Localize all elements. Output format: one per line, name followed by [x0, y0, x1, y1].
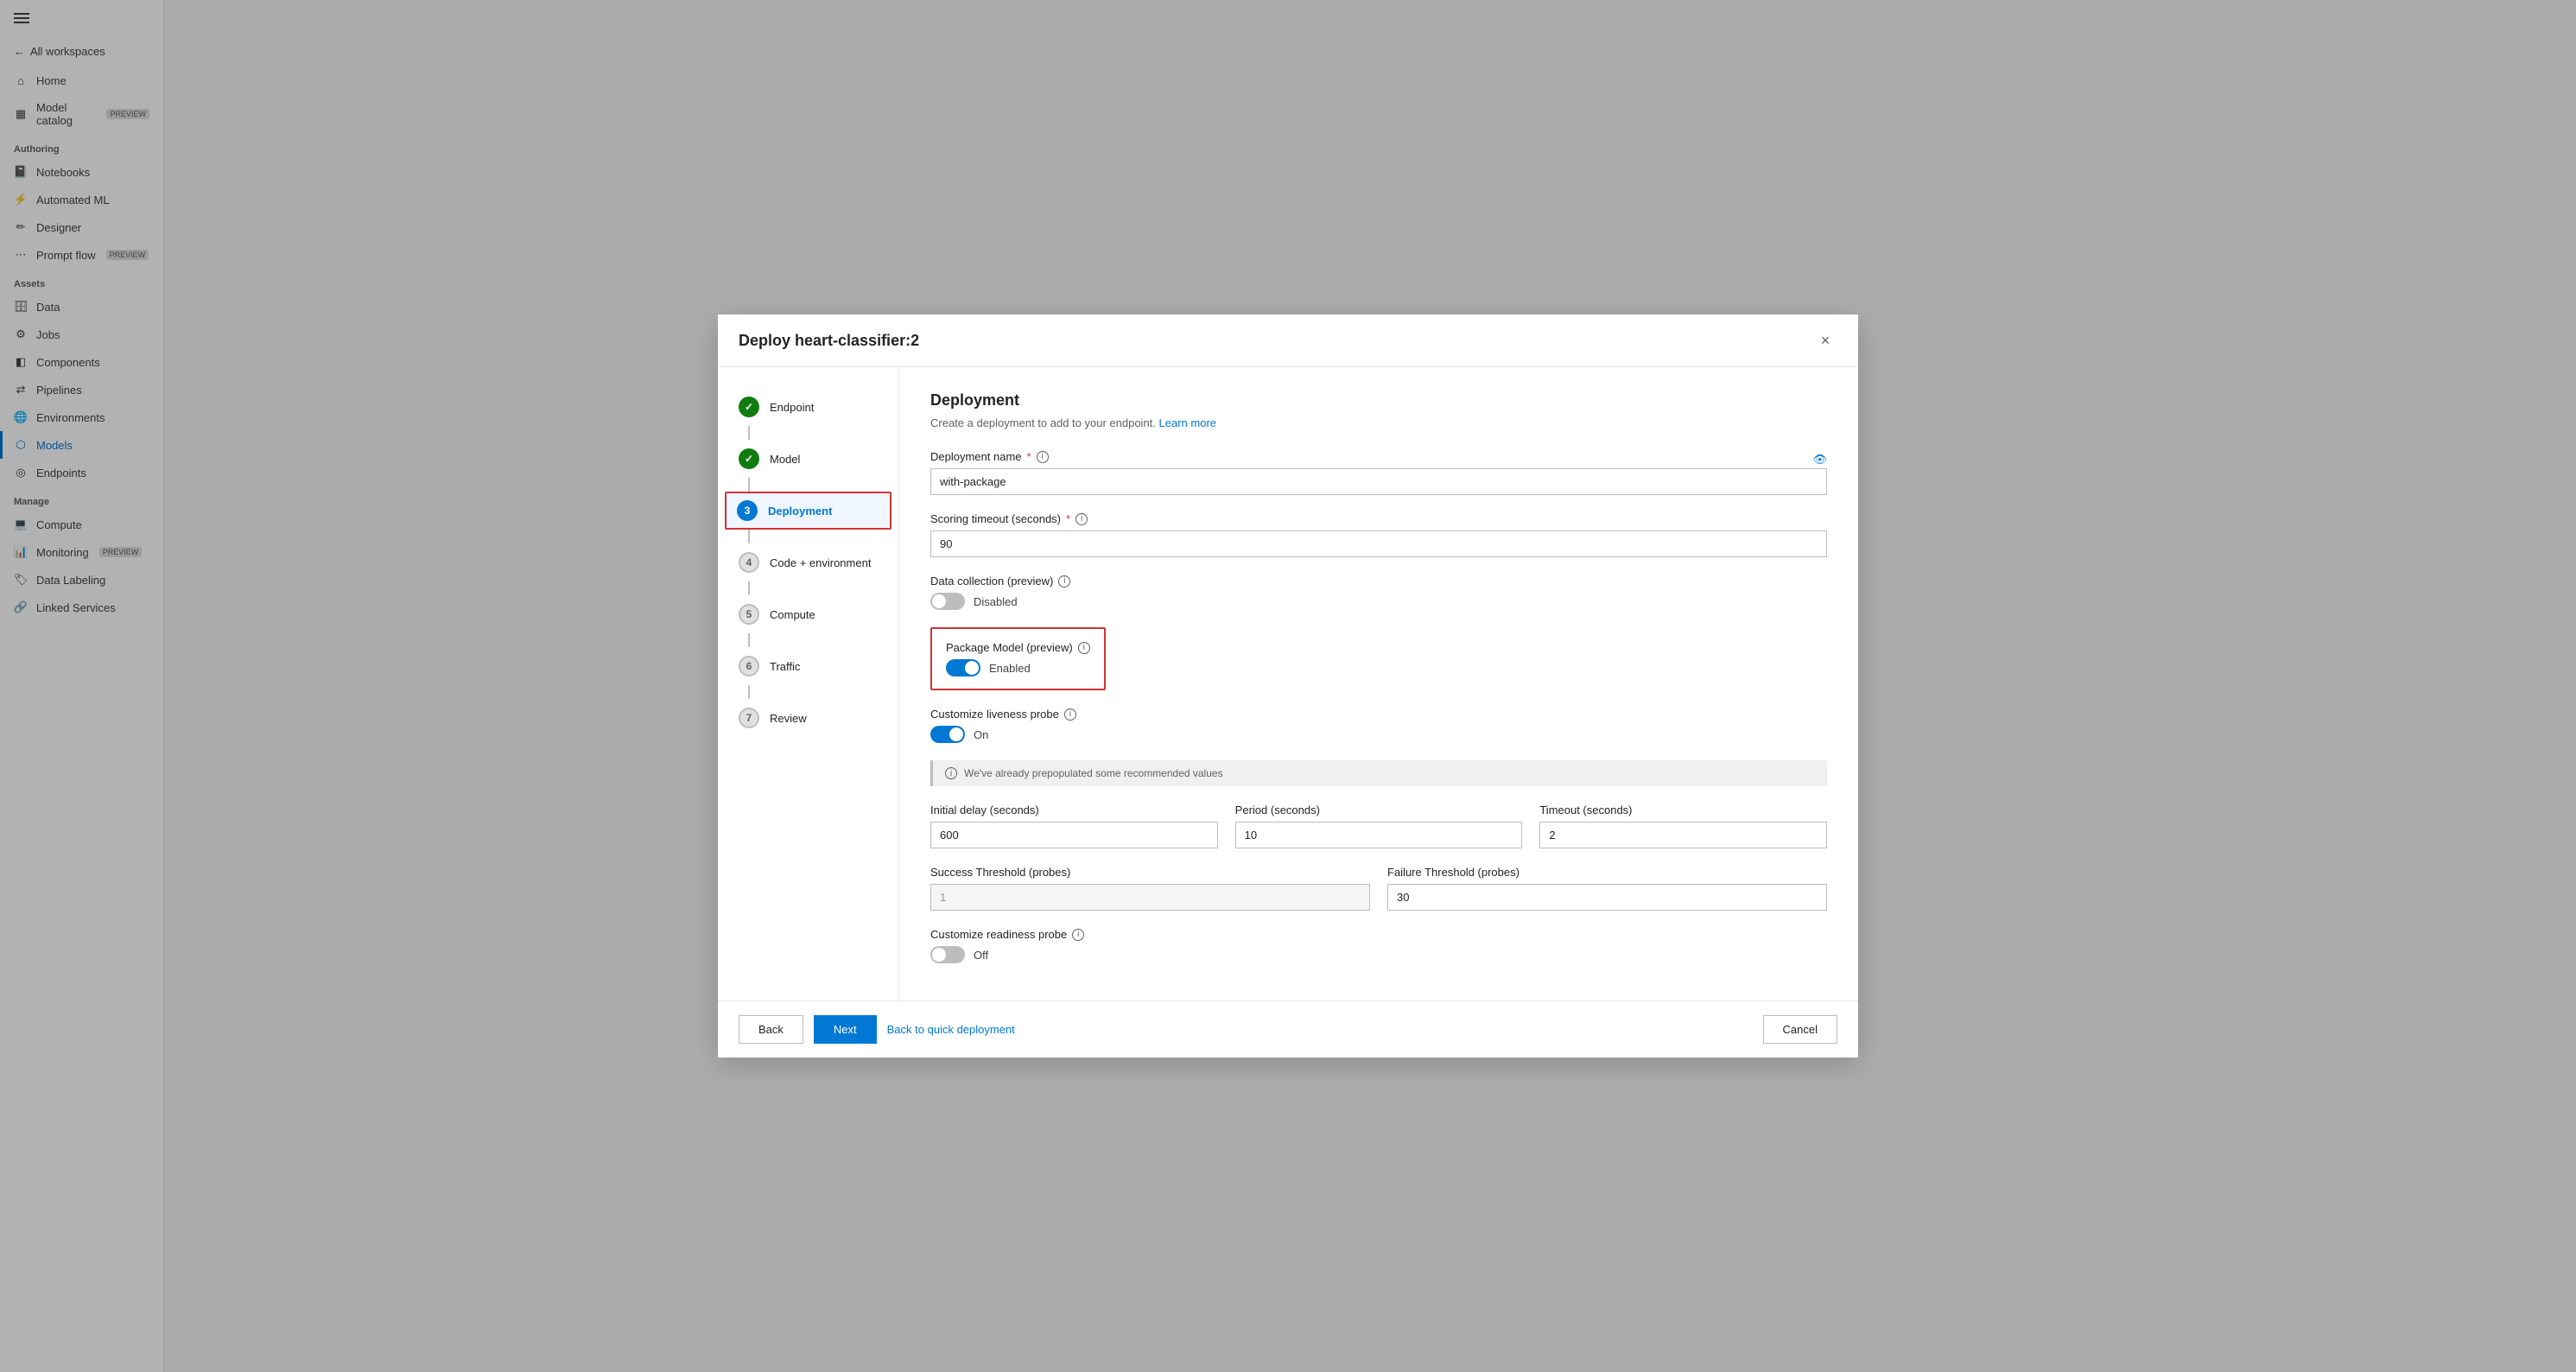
step-connector-1 [748, 426, 750, 440]
back-button[interactable]: Back [739, 1015, 803, 1044]
initial-delay-input[interactable] [930, 822, 1218, 848]
package-model-toggle[interactable] [946, 659, 980, 676]
step-circle-deployment: 3 [737, 500, 758, 521]
initial-delay-label: Initial delay (seconds) [930, 804, 1218, 816]
deployment-name-field: Deployment name * i 👁 [930, 450, 1827, 495]
eye-icon[interactable]: 👁 [1812, 453, 1827, 467]
step-connector-6 [748, 685, 750, 699]
liveness-probe-label: Customize liveness probe i [930, 708, 1827, 721]
deployment-name-input[interactable] [930, 468, 1827, 495]
required-asterisk: * [1027, 450, 1031, 463]
failure-threshold-label: Failure Threshold (probes) [1387, 866, 1827, 879]
step-connector-4 [748, 581, 750, 595]
section-subtitle: Create a deployment to add to your endpo… [930, 416, 1827, 429]
step-label-review: Review [770, 712, 807, 725]
liveness-info-icon[interactable]: i [1064, 708, 1076, 721]
timeout-field: Timeout (seconds) [1539, 804, 1827, 848]
package-model-toggle-row: Enabled [946, 659, 1090, 676]
section-title: Deployment [930, 391, 1827, 410]
step-label-traffic: Traffic [770, 660, 800, 673]
step-circle-code: 4 [739, 552, 759, 573]
step-circle-model: ✓ [739, 448, 759, 469]
step-circle-compute: 5 [739, 604, 759, 625]
step-connector-3 [748, 530, 750, 543]
scoring-required-asterisk: * [1066, 512, 1070, 525]
step-label-deployment: Deployment [768, 505, 832, 518]
next-button[interactable]: Next [814, 1015, 877, 1044]
scoring-timeout-info-icon[interactable]: i [1075, 513, 1088, 525]
package-model-box: Package Model (preview) i Enabled [930, 627, 1106, 690]
scoring-timeout-field: Scoring timeout (seconds) * i [930, 512, 1827, 557]
liveness-toggle-label: On [974, 728, 988, 741]
step-label-model: Model [770, 453, 800, 466]
data-collection-toggle[interactable] [930, 593, 965, 610]
readiness-toggle-label: Off [974, 949, 988, 962]
modal-overlay: Deploy heart-classifier:2 × ✓ Endpoint ✓ [164, 0, 2576, 1372]
step-review[interactable]: 7 Review [718, 699, 898, 737]
step-circle-review: 7 [739, 708, 759, 728]
modal-footer: Back Next Back to quick deployment Cance… [718, 1000, 1858, 1058]
learn-more-link[interactable]: Learn more [1159, 416, 1216, 429]
step-label-compute: Compute [770, 608, 815, 621]
modal-body: ✓ Endpoint ✓ Model 3 Deployment [718, 367, 1858, 1000]
timeout-label: Timeout (seconds) [1539, 804, 1827, 816]
deployment-name-label: Deployment name * i [930, 450, 1049, 463]
probe-fields-row-1: Initial delay (seconds) Period (seconds) [930, 804, 1827, 848]
main-content: Deploy heart-classifier:2 × ✓ Endpoint ✓ [164, 0, 2576, 1372]
period-input[interactable] [1235, 822, 1523, 848]
deploy-modal: Deploy heart-classifier:2 × ✓ Endpoint ✓ [718, 314, 1858, 1058]
liveness-toggle-row: On [930, 726, 1827, 743]
step-compute[interactable]: 5 Compute [718, 595, 898, 633]
success-threshold-input [930, 884, 1370, 911]
steps-panel: ✓ Endpoint ✓ Model 3 Deployment [718, 367, 899, 1000]
data-collection-toggle-label: Disabled [974, 595, 1018, 608]
failure-threshold-field: Failure Threshold (probes) [1387, 866, 1827, 911]
package-model-info-icon[interactable]: i [1078, 642, 1090, 654]
success-threshold-label: Success Threshold (probes) [930, 866, 1370, 879]
readiness-probe-label: Customize readiness probe i [930, 928, 1827, 941]
probe-fields-row-2: Success Threshold (probes) Failure Thres… [930, 866, 1827, 911]
modal-title: Deploy heart-classifier:2 [739, 332, 919, 350]
deployment-name-info-icon[interactable]: i [1037, 451, 1049, 463]
back-to-quick-deployment-link[interactable]: Back to quick deployment [887, 1023, 1015, 1036]
liveness-probe-field: Customize liveness probe i On [930, 708, 1827, 743]
step-label-code: Code + environment [770, 556, 871, 569]
modal-close-button[interactable]: × [1813, 328, 1837, 353]
package-model-toggle-label: Enabled [989, 662, 1031, 675]
step-circle-traffic: 6 [739, 656, 759, 676]
scoring-timeout-label: Scoring timeout (seconds) * i [930, 512, 1827, 525]
readiness-probe-field: Customize readiness probe i Off [930, 928, 1827, 963]
period-label: Period (seconds) [1235, 804, 1523, 816]
package-model-label: Package Model (preview) i [946, 641, 1090, 654]
data-collection-info-icon[interactable]: i [1058, 575, 1070, 588]
liveness-toggle[interactable] [930, 726, 965, 743]
step-deployment[interactable]: 3 Deployment [725, 492, 891, 530]
step-connector-5 [748, 633, 750, 647]
content-panel: Deployment Create a deployment to add to… [899, 367, 1858, 1000]
failure-threshold-input[interactable] [1387, 884, 1827, 911]
step-code-environment[interactable]: 4 Code + environment [718, 543, 898, 581]
step-connector-2 [748, 478, 750, 492]
step-label-endpoint: Endpoint [770, 401, 814, 414]
step-circle-endpoint: ✓ [739, 397, 759, 417]
prepopulated-notice: i We've already prepopulated some recomm… [930, 760, 1827, 786]
data-collection-field: Data collection (preview) i Disabled [930, 575, 1827, 610]
step-model[interactable]: ✓ Model [718, 440, 898, 478]
data-collection-toggle-row: Disabled [930, 593, 1827, 610]
notice-info-icon: i [945, 767, 957, 779]
timeout-input[interactable] [1539, 822, 1827, 848]
scoring-timeout-input[interactable] [930, 530, 1827, 557]
readiness-toggle[interactable] [930, 946, 965, 963]
period-field: Period (seconds) [1235, 804, 1523, 848]
step-traffic[interactable]: 6 Traffic [718, 647, 898, 685]
readiness-toggle-row: Off [930, 946, 1827, 963]
step-endpoint[interactable]: ✓ Endpoint [718, 388, 898, 426]
initial-delay-field: Initial delay (seconds) [930, 804, 1218, 848]
modal-header: Deploy heart-classifier:2 × [718, 314, 1858, 367]
readiness-info-icon[interactable]: i [1072, 929, 1084, 941]
cancel-button[interactable]: Cancel [1763, 1015, 1837, 1044]
success-threshold-field: Success Threshold (probes) [930, 866, 1370, 911]
data-collection-label: Data collection (preview) i [930, 575, 1827, 588]
